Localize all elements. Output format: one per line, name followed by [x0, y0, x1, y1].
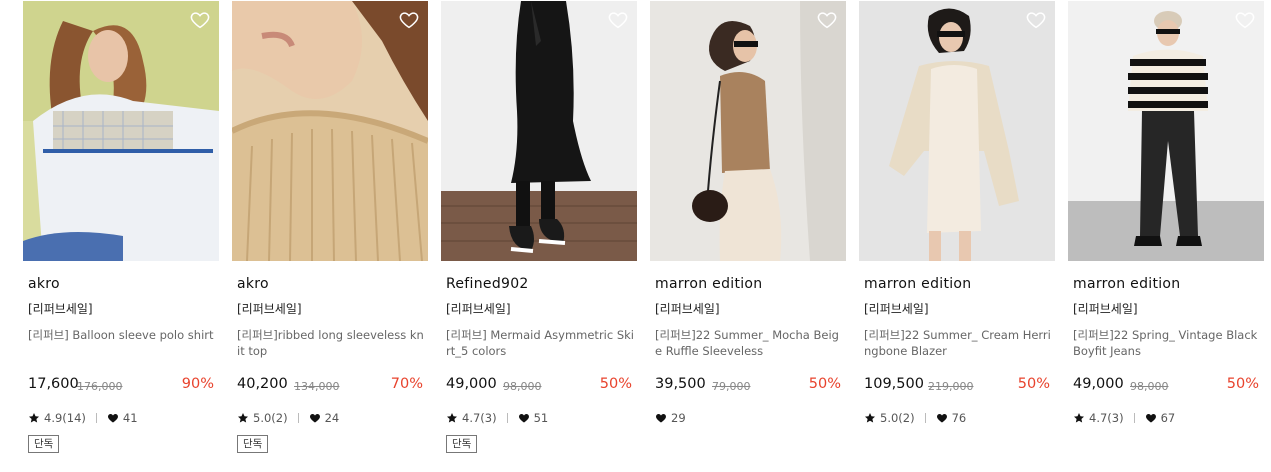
like-count: 76	[951, 411, 967, 425]
original-price: 176,000	[77, 380, 123, 393]
divider	[506, 413, 508, 423]
like-count: 29	[671, 411, 686, 425]
product-name[interactable]: [리퍼브]22 Summer_ Mocha Beige Ruffle Sleev…	[655, 327, 843, 359]
product-meta: 4.9(14) 41	[28, 410, 138, 426]
price-row: 49,000 98,000 50%	[446, 376, 632, 396]
product-card[interactable]: Refined902 [리퍼브세일] [리퍼브] Mermaid Asymmet…	[441, 0, 637, 472]
original-price: 98,000	[503, 380, 542, 393]
price-row: 39,500 79,000 50%	[655, 376, 841, 396]
brand-name[interactable]: marron edition	[1073, 276, 1180, 292]
like-count: 51	[533, 411, 549, 425]
brand-name[interactable]: marron edition	[655, 276, 762, 292]
discount-rate: 50%	[1017, 376, 1050, 392]
wishlist-heart-icon[interactable]	[189, 9, 211, 31]
exclusive-badge: 단독	[28, 435, 60, 453]
exclusive-badge: 단독	[446, 435, 478, 453]
sale-price: 109,500	[864, 376, 924, 392]
wishlist-heart-icon[interactable]	[1025, 9, 1047, 31]
like-count: 67	[1160, 411, 1176, 425]
wishlist-heart-icon[interactable]	[816, 9, 838, 31]
product-meta: 4.7(3) 51	[446, 410, 548, 426]
like-count: 41	[122, 411, 138, 425]
sale-tag: [리퍼브세일]	[237, 302, 302, 316]
heart-filled-icon	[107, 414, 118, 423]
sale-tag: [리퍼브세일]	[446, 302, 511, 316]
rating-value: 4.9(14)	[44, 411, 86, 425]
heart-filled-icon	[1145, 414, 1156, 423]
product-meta: 29	[655, 410, 686, 426]
original-price: 219,000	[928, 380, 974, 393]
divider	[924, 413, 926, 423]
price-row: 40,200 134,000 70%	[237, 376, 423, 396]
product-meta: 5.0(2) 24	[237, 410, 339, 426]
sale-price: 17,600	[28, 376, 79, 392]
product-card[interactable]: akro [리퍼브세일] [리퍼브] Balloon sleeve polo s…	[23, 0, 219, 472]
rating-value: 4.7(3)	[1089, 411, 1124, 425]
product-meta: 4.7(3) 67	[1073, 410, 1175, 426]
rating-value: 4.7(3)	[462, 411, 497, 425]
brand-name[interactable]: akro	[237, 276, 269, 292]
product-name[interactable]: [리퍼브] Balloon sleeve polo shirt	[28, 327, 216, 343]
wishlist-heart-icon[interactable]	[1234, 9, 1256, 31]
product-meta: 5.0(2) 76	[864, 410, 966, 426]
divider	[95, 413, 97, 423]
heart-filled-icon	[309, 414, 320, 423]
original-price: 134,000	[294, 380, 340, 393]
product-grid: akro [리퍼브세일] [리퍼브] Balloon sleeve polo s…	[23, 0, 1264, 472]
sale-price: 40,200	[237, 376, 288, 392]
star-icon	[865, 413, 875, 423]
price-row: 109,500 219,000 50%	[864, 376, 1050, 396]
sale-price: 49,000	[446, 376, 497, 392]
rating-value: 5.0(2)	[880, 411, 915, 425]
product-name[interactable]: [리퍼브]ribbed long sleeveless knit top	[237, 327, 425, 359]
divider	[1133, 413, 1135, 423]
product-name[interactable]: [리퍼브]22 Summer_ Cream Herringbone Blazer	[864, 327, 1052, 359]
sale-tag: [리퍼브세일]	[28, 302, 93, 316]
exclusive-badge: 단독	[237, 435, 269, 453]
wishlist-heart-icon[interactable]	[607, 9, 629, 31]
product-card[interactable]: marron edition [리퍼브세일] [리퍼브]22 Spring_ V…	[1068, 0, 1264, 472]
original-price: 98,000	[1130, 380, 1169, 393]
star-icon	[1074, 413, 1084, 423]
product-image[interactable]	[441, 1, 637, 261]
star-icon	[29, 413, 39, 423]
sale-tag: [리퍼브세일]	[864, 302, 929, 316]
product-card[interactable]: marron edition [리퍼브세일] [리퍼브]22 Summer_ C…	[859, 0, 1055, 472]
price-row: 17,600 176,000 90%	[28, 376, 214, 396]
original-price: 79,000	[712, 380, 751, 393]
product-image[interactable]	[232, 1, 428, 261]
divider	[297, 413, 299, 423]
discount-rate: 50%	[1226, 376, 1259, 392]
product-card[interactable]: akro [리퍼브세일] [리퍼브]ribbed long sleeveless…	[232, 0, 428, 472]
sale-price: 49,000	[1073, 376, 1124, 392]
product-image[interactable]	[23, 1, 219, 261]
price-row: 49,000 98,000 50%	[1073, 376, 1259, 396]
heart-filled-icon	[656, 414, 666, 423]
heart-filled-icon	[518, 414, 529, 423]
brand-name[interactable]: Refined902	[446, 276, 529, 292]
sale-price: 39,500	[655, 376, 706, 392]
sale-tag: [리퍼브세일]	[655, 302, 720, 316]
brand-name[interactable]: akro	[28, 276, 60, 292]
discount-rate: 90%	[181, 376, 214, 392]
wishlist-heart-icon[interactable]	[398, 9, 420, 31]
product-image[interactable]	[650, 1, 846, 261]
discount-rate: 50%	[599, 376, 632, 392]
product-name[interactable]: [리퍼브] Mermaid Asymmetric Skirt_5 colors	[446, 327, 634, 359]
star-icon	[447, 413, 457, 423]
product-image[interactable]	[1068, 1, 1264, 261]
sale-tag: [리퍼브세일]	[1073, 302, 1138, 316]
product-card[interactable]: marron edition [리퍼브세일] [리퍼브]22 Summer_ M…	[650, 0, 846, 472]
product-image[interactable]	[859, 1, 1055, 261]
star-icon	[238, 413, 248, 423]
discount-rate: 50%	[808, 376, 841, 392]
heart-filled-icon	[936, 414, 947, 423]
brand-name[interactable]: marron edition	[864, 276, 971, 292]
rating-value: 5.0(2)	[253, 411, 288, 425]
like-count: 24	[324, 411, 340, 425]
product-name[interactable]: [리퍼브]22 Spring_ Vintage Black Boyfit Jea…	[1073, 327, 1261, 359]
discount-rate: 70%	[390, 376, 423, 392]
